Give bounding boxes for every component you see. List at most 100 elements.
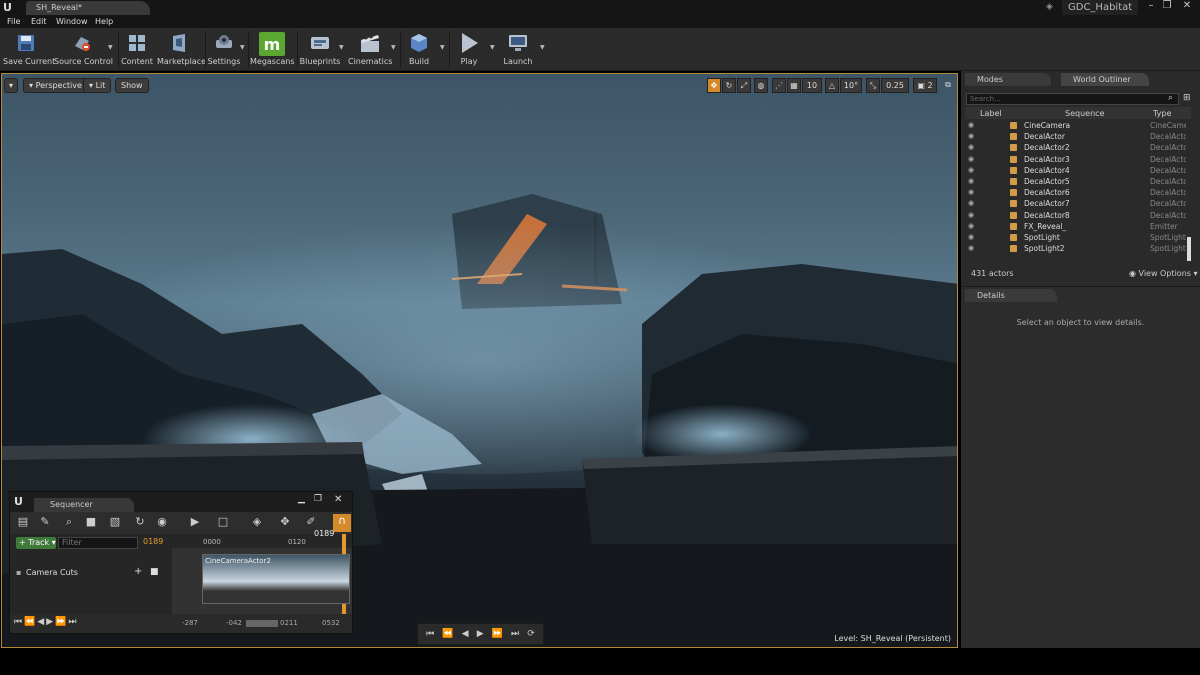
world-local-icon[interactable]: ◍ — [754, 78, 768, 93]
camera-icon[interactable]: ■ — [150, 567, 159, 577]
menu-help[interactable]: Help — [95, 15, 113, 28]
scale-mode-icon[interactable]: ⤢ — [737, 78, 751, 93]
outliner-row[interactable]: ◉ DecalActor4 DecalActo — [965, 165, 1187, 176]
blueprints-button[interactable]: Blueprints — [299, 30, 341, 69]
save-as-icon[interactable]: ✎ — [38, 515, 52, 529]
cinematics-button[interactable]: Cinematics — [348, 30, 392, 69]
play-dropdown-icon[interactable]: ▼ — [490, 44, 496, 51]
sequencer-close-button[interactable]: ✕ — [334, 494, 346, 506]
visibility-eye-icon[interactable]: ◉ — [968, 120, 974, 131]
show-flags-button[interactable]: Show — [115, 78, 149, 93]
add-shot-icon[interactable]: + — [134, 566, 142, 577]
visibility-eye-icon[interactable]: ◉ — [968, 176, 974, 187]
perspective-button[interactable]: ▾ Perspective — [23, 78, 88, 93]
outliner-row[interactable]: ◉ FX_Reveal_ Emitter — [965, 221, 1187, 232]
viewport-options-button[interactable]: ▾ — [4, 78, 18, 93]
grid-snap-icon[interactable]: ▦ — [787, 78, 801, 93]
view-mode-lit-button[interactable]: ▾ Lit — [83, 78, 112, 93]
outliner-row[interactable]: ◉ DecalActor6 DecalActo — [965, 187, 1187, 198]
create-camera-icon[interactable]: ■ — [84, 515, 98, 529]
rotate-mode-icon[interactable]: ↻ — [722, 78, 736, 93]
add-folder-icon[interactable]: ⊞ — [1183, 93, 1191, 103]
source-control-button[interactable]: Source Control — [54, 30, 113, 69]
sequencer-maximize-button[interactable]: ❐ — [314, 494, 326, 506]
visibility-eye-icon[interactable]: ◉ — [968, 142, 974, 153]
visibility-eye-icon[interactable]: ◉ — [968, 243, 974, 254]
modes-tab[interactable]: Modes — [965, 73, 1051, 86]
select-edit-icon[interactable]: □ — [216, 515, 230, 529]
source-control-dropdown-icon[interactable]: ▼ — [108, 44, 114, 51]
grid-snap-value[interactable]: 10 — [802, 78, 822, 93]
outliner-scrollbar[interactable] — [1187, 237, 1191, 261]
scale-snap-icon[interactable]: ⤡ — [866, 78, 880, 93]
render-movie-icon[interactable]: ▧ — [108, 515, 122, 529]
step-back-icon[interactable]: ⏪ — [442, 629, 453, 639]
settings-dropdown-icon[interactable]: ▼ — [240, 44, 246, 51]
transform-mode-icon[interactable]: ✥ — [707, 78, 721, 93]
outliner-row[interactable]: ◉ SpotLight SpotLight — [965, 232, 1187, 243]
step-forward-icon[interactable]: ⏩ — [492, 629, 503, 639]
sequencer-timeline[interactable]: 0000 0120 0189 CineCameraActor2 — [172, 529, 352, 616]
maximize-viewport-icon[interactable]: ⧉ — [942, 78, 954, 93]
play-reverse-icon[interactable]: ◀ — [462, 629, 469, 639]
view-range-end[interactable]: 0211 — [280, 619, 298, 627]
menu-file[interactable]: File — [7, 15, 20, 28]
cinematics-dropdown-icon[interactable]: ▼ — [391, 44, 397, 51]
menu-window[interactable]: Window — [56, 15, 88, 28]
content-button[interactable]: Content — [121, 30, 153, 69]
camera-speed-button[interactable]: ▣ 2 — [913, 78, 937, 93]
build-button[interactable]: Build — [403, 30, 435, 69]
view-range-start[interactable]: -042 — [226, 619, 242, 627]
play-button[interactable]: Play — [453, 30, 485, 69]
range-scrollbar[interactable] — [246, 620, 278, 627]
save-current-button[interactable]: Save Current — [3, 30, 55, 69]
marketplace-button[interactable]: Marketplace — [157, 30, 206, 69]
visibility-eye-icon[interactable]: ◉ — [968, 165, 974, 176]
sequencer-tab[interactable]: Sequencer — [34, 498, 134, 512]
rotation-snap-icon[interactable]: △ — [825, 78, 839, 93]
sequencer-title-bar[interactable]: U Sequencer ▁ ❐ ✕ — [10, 492, 352, 512]
play-forward-icon[interactable]: ▶ — [477, 629, 484, 639]
menu-edit[interactable]: Edit — [31, 15, 47, 28]
world-outliner-tab[interactable]: World Outliner — [1061, 73, 1149, 86]
skip-start-icon[interactable]: ⏮ — [426, 629, 434, 639]
loop-icon[interactable]: ⟳ — [527, 629, 535, 639]
settings-button[interactable]: Settings — [207, 30, 241, 69]
outliner-row[interactable]: ◉ DecalActor5 DecalActo — [965, 176, 1187, 187]
surface-snap-icon[interactable]: ⋰ — [772, 78, 786, 93]
skip-end-icon[interactable]: ⏭ — [511, 629, 519, 639]
megascans-button[interactable]: m Megascans — [250, 30, 295, 69]
visibility-eye-icon[interactable]: ◉ — [968, 154, 974, 165]
outliner-row[interactable]: ◉ DecalActor7 DecalActo — [965, 198, 1187, 209]
blueprints-dropdown-icon[interactable]: ▼ — [339, 44, 345, 51]
view-options-icon[interactable]: ◉ — [155, 515, 169, 529]
snap-magnet-icon[interactable]: ∩ — [333, 514, 351, 532]
outliner-row[interactable]: ◉ CineCamera CineCame — [965, 120, 1187, 131]
find-icon[interactable]: ⌕ — [62, 515, 76, 529]
add-track-button[interactable]: + Track ▾ — [16, 537, 56, 549]
visibility-eye-icon[interactable]: ◉ — [968, 210, 974, 221]
maximize-button[interactable]: ❐ — [1160, 0, 1174, 13]
sequencer-minimize-button[interactable]: ▁ — [298, 494, 310, 506]
range-end[interactable]: 0532 — [322, 619, 340, 627]
save-icon[interactable]: ▤ — [16, 515, 30, 529]
curve-editor-icon[interactable]: ✐ — [304, 515, 318, 529]
sequencer-window[interactable]: U Sequencer ▁ ❐ ✕ ▤ ✎ ⌕ ■ ▧ ↻ ◉ ▶ □ ◈ ✥ … — [9, 491, 353, 634]
key-options-icon[interactable]: ◈ — [250, 515, 264, 529]
outliner-list[interactable]: ◉ CineCamera CineCame ◉ DecalActor DecalActo ◉… — [965, 120, 1187, 262]
details-tab[interactable]: Details — [965, 289, 1057, 302]
visibility-eye-icon[interactable]: ◉ — [968, 232, 974, 243]
scale-snap-value[interactable]: 0.25 — [881, 78, 909, 93]
outliner-row[interactable]: ◉ DecalActor8 DecalActo — [965, 210, 1187, 221]
outliner-row[interactable]: ◉ DecalActor2 DecalActo — [965, 142, 1187, 153]
outliner-row[interactable]: ◉ DecalActor DecalActo — [965, 131, 1187, 142]
visibility-eye-icon[interactable]: ◉ — [968, 198, 974, 209]
column-sequence[interactable]: Sequence — [1065, 109, 1104, 118]
launch-button[interactable]: Launch — [500, 30, 536, 69]
range-start[interactable]: -287 — [182, 619, 198, 627]
outliner-search-input[interactable]: Search... — [966, 93, 1179, 105]
transform-icon[interactable]: ✥ — [278, 515, 292, 529]
close-button[interactable]: ✕ — [1180, 0, 1194, 13]
outliner-row[interactable]: ◉ SpotLight2 SpotLight — [965, 243, 1187, 254]
visibility-eye-icon[interactable]: ◉ — [968, 131, 974, 142]
